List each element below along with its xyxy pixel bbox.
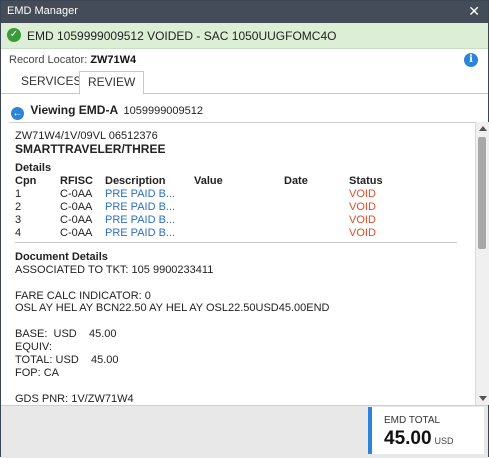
- cell-cpn: 3: [15, 214, 22, 226]
- accent-bar: [368, 407, 372, 454]
- cell-status: VOID: [349, 188, 376, 200]
- tab-review[interactable]: REVIEW: [79, 71, 145, 95]
- emd-total-currency: USD: [434, 436, 454, 446]
- emd-total-label: EMD TOTAL: [384, 415, 441, 426]
- equiv-amount: EQUIV:: [15, 341, 52, 353]
- cell-description-link[interactable]: PRE PAID B...: [105, 227, 175, 239]
- emd-total-amount: 45.00: [384, 428, 432, 449]
- status-banner: ✓ EMD 1059999009512 VOIDED - SAC 1050UUG…: [1, 23, 488, 49]
- scroll-thumb[interactable]: [478, 137, 486, 249]
- banner-message: EMD 1059999009512 VOIDED - SAC 1050UUGFO…: [27, 29, 337, 43]
- window-title: EMD Manager: [7, 5, 78, 17]
- divider: [15, 242, 457, 243]
- base-amount: BASE: USD 45.00: [15, 328, 117, 340]
- cell-rfisc: C-0AA: [60, 201, 93, 213]
- col-rfisc: RFISC: [60, 175, 93, 187]
- col-cpn: Cpn: [15, 175, 37, 187]
- emd-manager-window: EMD Manager ✕ ✓ EMD 1059999009512 VOIDED…: [0, 0, 489, 458]
- info-icon[interactable]: i: [464, 53, 478, 67]
- cell-status: VOID: [349, 201, 376, 213]
- record-locator-value: ZW71W4: [90, 54, 137, 66]
- cell-description-link[interactable]: PRE PAID B...: [105, 201, 175, 213]
- viewing-number: 1059999009512: [123, 105, 204, 117]
- emd-ref-line: ZW71W4/1V/09VL 06512376: [15, 130, 158, 142]
- cell-description-link[interactable]: PRE PAID B...: [105, 188, 175, 200]
- fare-calc-line: OSL AY HEL AY BCN22.50 AY HEL AY OSL22.5…: [15, 302, 330, 314]
- fare-calc-indicator: FARE CALC INDICATOR: 0: [15, 290, 151, 302]
- check-circle-icon: ✓: [7, 28, 21, 42]
- vertical-scrollbar[interactable]: [475, 122, 489, 405]
- emd-total-box: EMD TOTAL 45.00 USD: [368, 407, 484, 454]
- emd-details-panel: ZW71W4/1V/09VL 06512376 SMARTTRAVELER/TH…: [9, 122, 475, 406]
- title-bar: EMD Manager ✕: [1, 1, 488, 23]
- cell-rfisc: C-0AA: [60, 188, 93, 200]
- cell-cpn: 2: [15, 201, 22, 213]
- emd-total-value: 45.00 USD: [384, 428, 454, 450]
- document-details-heading: Document Details: [15, 251, 108, 263]
- tab-services[interactable]: SERVICES: [13, 71, 89, 92]
- col-description: Description: [105, 175, 166, 187]
- scroll-up-icon[interactable]: [479, 126, 487, 131]
- cell-rfisc: C-0AA: [60, 214, 93, 226]
- col-status: Status: [349, 175, 383, 187]
- gds-pnr: GDS PNR: 1V/ZW71W4: [15, 393, 134, 405]
- viewing-label: Viewing EMD-A: [30, 103, 119, 117]
- record-locator-label: Record Locator:: [9, 54, 88, 66]
- total-amount: TOTAL: USD 45.00: [15, 354, 119, 366]
- close-icon[interactable]: ✕: [468, 3, 480, 20]
- cell-cpn: 1: [15, 188, 22, 200]
- passenger-name: SMARTTRAVELER/THREE: [15, 142, 166, 156]
- record-locator: Record Locator: ZW71W4: [9, 54, 136, 66]
- cell-cpn: 4: [15, 227, 22, 239]
- cell-status: VOID: [349, 214, 376, 226]
- col-value: Value: [194, 175, 223, 187]
- cell-rfisc: C-0AA: [60, 227, 93, 239]
- back-arrow-icon[interactable]: ←: [11, 107, 24, 120]
- associated-ticket: ASSOCIATED TO TKT: 105 9900233411: [15, 264, 214, 276]
- col-date: Date: [284, 175, 308, 187]
- details-heading: Details: [15, 162, 52, 174]
- viewing-header: ← Viewing EMD-A 1059999009512: [11, 103, 203, 120]
- cell-description-link[interactable]: PRE PAID B...: [105, 214, 175, 226]
- tab-bar: SERVICES REVIEW: [1, 71, 488, 95]
- form-of-payment: FOP: CA: [15, 367, 60, 379]
- cell-status: VOID: [349, 227, 376, 239]
- scroll-down-icon[interactable]: [479, 396, 487, 401]
